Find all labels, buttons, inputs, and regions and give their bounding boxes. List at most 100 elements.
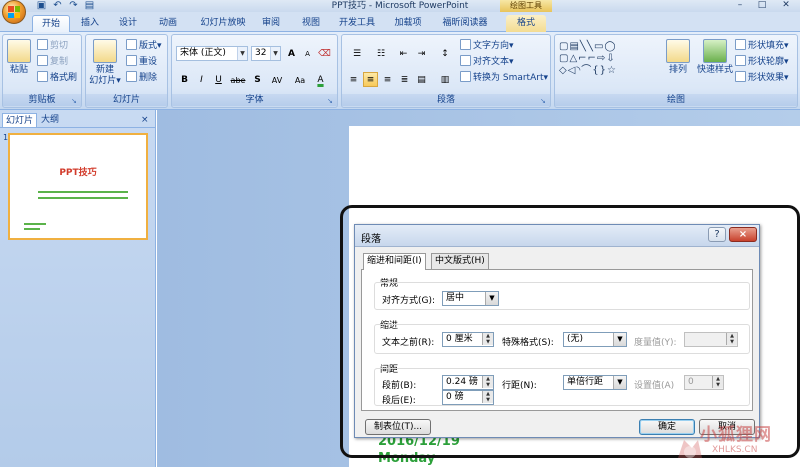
copy-button[interactable]: 复制 bbox=[37, 55, 68, 68]
undo-icon[interactable]: ↶ bbox=[52, 0, 63, 11]
ribbon-tab-bar: 开始 插入 设计 动画 幻灯片放映 审阅 视图 开发工具 加载项 福昕阅读器 格… bbox=[0, 12, 800, 32]
shadow-button[interactable]: S bbox=[250, 72, 265, 87]
shape-effects-button[interactable]: 形状效果▾ bbox=[735, 71, 789, 84]
char-spacing-button[interactable]: AV bbox=[267, 72, 287, 87]
strikethrough-button[interactable]: abe bbox=[228, 72, 248, 87]
minimize-icon[interactable]: – bbox=[730, 0, 750, 11]
align-center-icon[interactable]: ≡ bbox=[363, 72, 378, 87]
columns-icon[interactable]: ▥ bbox=[434, 72, 456, 87]
thumb-text-line bbox=[38, 197, 128, 199]
dialog-launcher-icon[interactable]: ↘ bbox=[540, 97, 548, 105]
ribbon: 粘贴 剪切 复制 格式刷 剪贴板 ↘ 新建 幻灯片▾ 版式▾ 重设 删除 幻灯片… bbox=[0, 32, 800, 110]
bold-button[interactable]: B bbox=[177, 72, 192, 87]
tab-developer[interactable]: 开发工具 bbox=[334, 15, 380, 32]
shape-fill-button[interactable]: 形状填充▾ bbox=[735, 39, 789, 52]
tab-insert[interactable]: 插入 bbox=[74, 15, 106, 32]
tab-animations[interactable]: 动画 bbox=[152, 15, 184, 32]
pen-icon bbox=[735, 55, 746, 66]
layout-icon bbox=[126, 39, 137, 50]
watermark-subtext: XHLKS.CN bbox=[712, 445, 758, 455]
paste-button[interactable]: 粘贴 bbox=[6, 39, 32, 76]
chevron-down-icon[interactable]: ▼ bbox=[237, 47, 247, 60]
shape-outline-button[interactable]: 形状轮廓▾ bbox=[735, 55, 789, 68]
copy-icon bbox=[37, 55, 48, 66]
line-spacing-icon[interactable]: ↕ bbox=[434, 46, 456, 61]
dialog-launcher-icon[interactable]: ↘ bbox=[327, 97, 335, 105]
smartart-icon bbox=[460, 71, 471, 82]
slide-thumbnail[interactable]: PPT技巧 bbox=[8, 133, 148, 240]
drawing-group: ▢▤╲╲▭◯ ▢△⌐⌐⇨⇩ ◇◁◝⌒{}☆ 排列 快速样式 形状填充▾ 形状轮廓▾ … bbox=[554, 34, 798, 108]
numbering-icon[interactable]: ☷ bbox=[370, 46, 392, 61]
font-name-combo[interactable]: 宋体 (正文) ▼ bbox=[176, 46, 248, 61]
delete-slide-button[interactable]: 删除 bbox=[126, 71, 157, 84]
paint-bucket-icon bbox=[735, 39, 746, 50]
tab-addins[interactable]: 加载项 bbox=[388, 15, 428, 32]
font-size-combo[interactable]: 32 ▼ bbox=[251, 46, 281, 61]
tab-indents-spacing[interactable]: 缩进和间距(I) bbox=[363, 253, 426, 270]
quick-styles-icon bbox=[703, 39, 727, 63]
reset-button[interactable]: 重设 bbox=[126, 55, 157, 68]
pane-close-icon[interactable]: × bbox=[138, 113, 152, 127]
increase-indent-icon[interactable]: ⇥ bbox=[414, 46, 429, 61]
align-text-button[interactable]: 对齐文本▾ bbox=[460, 55, 514, 68]
chevron-down-icon[interactable]: ▼ bbox=[270, 47, 280, 60]
decrease-indent-icon[interactable]: ⇤ bbox=[396, 46, 411, 61]
group-label: 字体 bbox=[172, 94, 337, 106]
new-slide-icon bbox=[93, 39, 117, 63]
office-button[interactable] bbox=[2, 0, 26, 24]
smartart-button[interactable]: 转换为 SmartArt▾ bbox=[460, 71, 548, 84]
pane-divider bbox=[0, 127, 155, 128]
grow-font-button[interactable]: A bbox=[284, 46, 299, 61]
thumb-title: PPT技巧 bbox=[59, 168, 97, 178]
reset-icon bbox=[126, 55, 137, 66]
layout-button[interactable]: 版式▾ bbox=[126, 39, 162, 52]
tab-slideshow[interactable]: 幻灯片放映 bbox=[193, 15, 253, 32]
save-icon[interactable]: ▣ bbox=[36, 0, 47, 11]
tab-review[interactable]: 审阅 bbox=[256, 15, 286, 32]
paragraph-group: ☰ ☷ ⇤ ⇥ ↕ 文字方向▾ 对齐文本▾ 转换为 SmartArt▾ ≡ ≡ … bbox=[341, 34, 551, 108]
font-color-button[interactable]: A bbox=[313, 72, 328, 87]
arrange-icon bbox=[666, 39, 690, 63]
align-left-icon[interactable]: ≡ bbox=[346, 72, 361, 87]
thumb-date-line bbox=[24, 223, 46, 225]
group-label: 剪贴板 bbox=[3, 94, 81, 106]
thumb-day-line bbox=[24, 228, 40, 230]
clear-format-icon[interactable]: ⌫ bbox=[317, 46, 332, 61]
group-label: 绘图 bbox=[555, 94, 797, 106]
dialog-launcher-icon[interactable]: ↘ bbox=[71, 97, 79, 105]
change-case-button[interactable]: Aa bbox=[290, 72, 310, 87]
new-slide-button[interactable]: 新建 幻灯片▾ bbox=[88, 39, 122, 87]
group-label: 段落 bbox=[342, 94, 550, 106]
group-label: 幻灯片 bbox=[86, 94, 167, 106]
format-painter-button[interactable]: 格式刷 bbox=[37, 71, 77, 84]
shrink-font-button[interactable]: A bbox=[300, 46, 315, 61]
redo-icon[interactable]: ↷ bbox=[68, 0, 79, 11]
window-close-icon[interactable]: ✕ bbox=[776, 0, 796, 11]
tab-slides[interactable]: 幻灯片 bbox=[2, 113, 38, 127]
distributed-icon[interactable]: ▤ bbox=[414, 72, 429, 87]
watermark-text: 小狐狸网 bbox=[700, 425, 772, 445]
print-icon[interactable]: ▤ bbox=[84, 0, 95, 11]
quick-styles-button[interactable]: 快速样式 bbox=[695, 39, 735, 76]
paste-icon bbox=[7, 39, 31, 63]
cut-button[interactable]: 剪切 bbox=[37, 39, 68, 52]
text-direction-button[interactable]: 文字方向▾ bbox=[460, 39, 514, 52]
context-tab-group: 绘图工具 bbox=[500, 0, 552, 12]
tab-outline[interactable]: 大纲 bbox=[38, 113, 62, 127]
font-group: 宋体 (正文) ▼ 32 ▼ A A ⌫ B I U abe S AV Aa A 字… bbox=[171, 34, 338, 108]
delete-icon bbox=[126, 71, 137, 82]
tab-foxit[interactable]: 福昕阅读器 bbox=[437, 15, 493, 32]
arrange-button[interactable]: 排列 bbox=[663, 39, 693, 76]
align-right-icon[interactable]: ≡ bbox=[380, 72, 395, 87]
shapes-gallery[interactable]: ▢▤╲╲▭◯ ▢△⌐⌐⇨⇩ ◇◁◝⌒{}☆ bbox=[559, 41, 657, 77]
tab-design[interactable]: 设计 bbox=[112, 15, 144, 32]
italic-button[interactable]: I bbox=[194, 72, 209, 87]
bullets-icon[interactable]: ☰ bbox=[346, 46, 368, 61]
justify-icon[interactable]: ≣ bbox=[397, 72, 412, 87]
underline-button[interactable]: U bbox=[211, 72, 226, 87]
thumb-text-line bbox=[38, 191, 128, 193]
tab-view[interactable]: 视图 bbox=[296, 15, 326, 32]
maximize-icon[interactable]: □ bbox=[752, 0, 772, 11]
tab-home[interactable]: 开始 bbox=[32, 15, 70, 32]
tab-format[interactable]: 格式 bbox=[506, 15, 546, 32]
